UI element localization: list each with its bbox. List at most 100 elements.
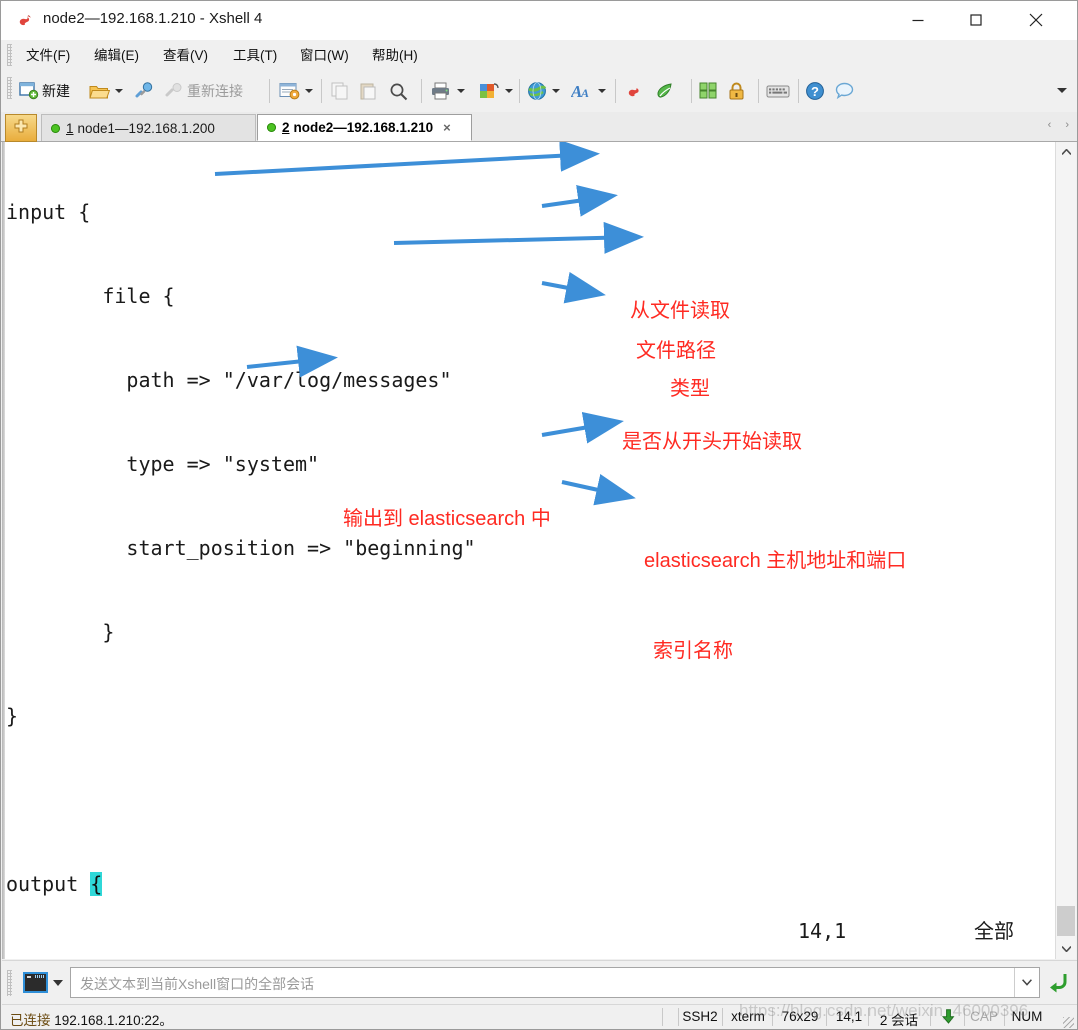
code-line: path => "/var/log/messages" <box>6 368 452 392</box>
tab-title: node1—192.168.1.200 <box>77 120 215 136</box>
send-target-caret-icon[interactable] <box>53 980 63 986</box>
lock-button[interactable] <box>728 76 746 106</box>
tab-index: 2 <box>282 120 290 135</box>
status-divider-3 <box>722 1008 723 1026</box>
keyboard-button[interactable] <box>766 76 790 106</box>
svg-text:?: ? <box>811 84 819 99</box>
menu-item-file[interactable]: 文件(F) <box>19 45 77 66</box>
minimize-icon[interactable] <box>895 1 941 39</box>
tab-nav-prev-icon[interactable]: ‹ <box>1048 119 1052 131</box>
toolbar-divider-3 <box>421 79 422 103</box>
menu-item-edit[interactable]: 编辑(E) <box>87 45 146 66</box>
annotation-label-2: 类型 <box>670 378 710 400</box>
properties-caret-icon[interactable] <box>305 89 313 93</box>
reconnect-button[interactable]: 重新连接 <box>164 76 243 106</box>
scroll-up-icon[interactable] <box>1056 142 1076 162</box>
open-session-button[interactable] <box>89 76 123 106</box>
tab-index: 1 <box>66 120 74 136</box>
send-text-input[interactable]: 发送文本到当前Xshell窗口的全部会话 <box>70 967 1040 998</box>
code-line: input { <box>6 200 91 224</box>
print-caret-icon[interactable] <box>457 89 465 93</box>
annotation-label-5: elasticsearch 主机地址和端口 <box>644 550 907 572</box>
tab-bar: 1 node1—192.168.1.200 2 node2—192.168.1.… <box>1 112 1077 142</box>
code-line: type => "system" <box>6 452 320 476</box>
new-tab-button[interactable] <box>5 114 37 142</box>
font-button[interactable]: A A <box>571 76 606 106</box>
toolbar-grip[interactable] <box>7 77 12 99</box>
connect-button[interactable] <box>134 76 154 106</box>
close-icon[interactable] <box>1013 1 1059 39</box>
tab-close-icon[interactable]: × <box>443 120 451 135</box>
chevron-down-icon[interactable] <box>1014 968 1039 997</box>
color-scheme-button[interactable] <box>479 76 513 106</box>
maximize-icon[interactable] <box>953 1 999 39</box>
menu-item-window[interactable]: 窗口(W) <box>293 45 356 66</box>
vim-status-line: 14,1 全部 <box>2 917 1042 945</box>
toolbar-divider-5 <box>615 79 616 103</box>
session-properties-button[interactable] <box>279 76 313 106</box>
palette-icon <box>480 83 499 98</box>
terminal-target-icon[interactable] <box>23 972 48 993</box>
find-button[interactable] <box>389 76 408 106</box>
terminal-screen[interactable]: input { file { path => "/var/log/message… <box>2 142 1058 959</box>
title-bar: node2—192.168.1.210 - Xshell 4 <box>1 1 1077 41</box>
new-session-button[interactable]: 新建 <box>19 76 70 106</box>
copy-icon <box>331 82 348 100</box>
tab-nav-next-icon[interactable]: › <box>1065 119 1069 131</box>
new-window-icon <box>19 82 39 100</box>
send-bar-grip[interactable] <box>7 970 12 996</box>
menu-bar: 文件(F) 编辑(E) 查看(V) 工具(T) 窗口(W) 帮助(H) <box>1 40 1077 70</box>
paste-icon <box>360 83 376 100</box>
color-caret-icon[interactable] <box>505 89 513 93</box>
tab-status-dot-icon <box>267 123 276 132</box>
xshell-button[interactable] <box>625 76 645 106</box>
window-resize-grip[interactable] <box>1063 1017 1074 1028</box>
tab-node2[interactable]: 2 node2—192.168.1.210 × <box>257 114 472 141</box>
scrollbar-thumb[interactable] <box>1057 906 1075 936</box>
printer-icon <box>432 82 449 100</box>
print-button[interactable] <box>431 76 465 106</box>
toolbar-divider-6 <box>691 79 692 103</box>
tab-node1[interactable]: 1 node1—192.168.1.200 <box>41 114 256 141</box>
web-browser-button[interactable] <box>527 76 560 106</box>
chat-bubble-icon <box>835 82 854 100</box>
web-caret-icon[interactable] <box>552 89 560 93</box>
toolbar: 新建 重新连接 A A ? <box>1 70 1077 113</box>
annotation-label-1: 文件路径 <box>636 340 716 362</box>
send-enter-icon[interactable] <box>1046 971 1070 995</box>
properties-icon <box>279 83 300 100</box>
paste-button[interactable] <box>359 76 377 106</box>
window-title: node2—192.168.1.210 - Xshell 4 <box>43 10 263 27</box>
menu-grip[interactable] <box>7 44 12 66</box>
connection-status: 已连接 192.168.1.210:22。 <box>10 1009 173 1029</box>
fullscreen-icon <box>699 82 717 99</box>
fullscreen-button[interactable] <box>699 76 719 106</box>
menu-item-help[interactable]: 帮助(H) <box>365 45 425 66</box>
terminal-left-edge <box>2 142 5 959</box>
toolbar-divider-2 <box>321 79 322 103</box>
annotation-label-0: 从文件读取 <box>630 300 730 322</box>
open-session-caret-icon[interactable] <box>115 89 123 93</box>
status-protocol: SSH2 <box>682 1009 718 1024</box>
svg-text:A: A <box>580 86 589 100</box>
send-text-placeholder: 发送文本到当前Xshell窗口的全部会话 <box>80 976 315 992</box>
code-line-output: output { <box>6 870 1046 898</box>
xftp-button[interactable] <box>655 76 675 106</box>
send-text-bar: 发送文本到当前Xshell窗口的全部会话 <box>2 960 1077 1005</box>
terminal-scrollbar[interactable] <box>1055 142 1076 959</box>
code-line: elasticsearch { <box>6 954 1046 959</box>
feedback-button[interactable] <box>835 76 855 106</box>
xshell-icon <box>628 88 639 97</box>
xshell-window: node2—192.168.1.210 - Xshell 4 文件(F) 编辑(… <box>0 0 1078 1030</box>
globe-icon <box>528 82 547 100</box>
menu-item-tools[interactable]: 工具(T) <box>226 45 284 66</box>
font-caret-icon[interactable] <box>598 89 606 93</box>
connect-plug-icon <box>135 82 153 98</box>
help-button[interactable]: ? <box>805 76 825 106</box>
toolbar-overflow-caret[interactable] <box>1057 88 1067 93</box>
scroll-down-icon[interactable] <box>1056 939 1076 959</box>
copy-button[interactable] <box>331 76 349 106</box>
menu-item-view[interactable]: 查看(V) <box>156 45 215 66</box>
annotation-label-3: 是否从开头开始读取 <box>622 431 802 453</box>
watermark-text: https://blog.csdn.net/weixin_46000396 <box>739 1001 1029 1020</box>
